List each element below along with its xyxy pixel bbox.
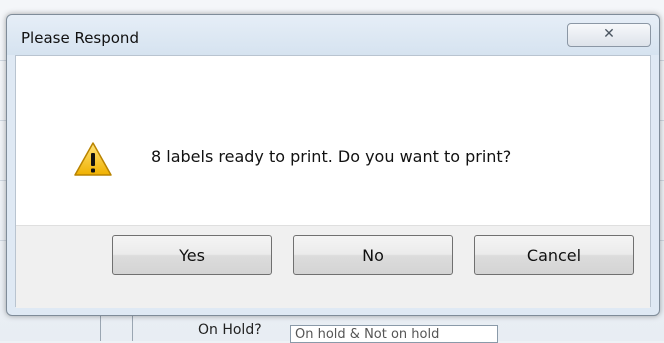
close-button[interactable]: ✕: [567, 23, 651, 47]
no-button[interactable]: No: [293, 235, 453, 275]
background-divider: [132, 312, 133, 341]
background-divider: [100, 312, 101, 341]
cancel-button[interactable]: Cancel: [474, 235, 634, 275]
dialog-title: Please Respond: [21, 29, 139, 47]
on-hold-select[interactable]: On hold & Not on hold: [290, 325, 498, 343]
warning-icon: [74, 142, 112, 176]
dialog-message: 8 labels ready to print. Do you want to …: [151, 147, 512, 166]
close-icon: ✕: [603, 26, 615, 42]
dialog-titlebar: Please Respond ✕: [7, 15, 659, 55]
on-hold-label: On Hold?: [198, 322, 262, 338]
message-area: 8 labels ready to print. Do you want to …: [16, 56, 650, 225]
yes-button[interactable]: Yes: [112, 235, 272, 275]
